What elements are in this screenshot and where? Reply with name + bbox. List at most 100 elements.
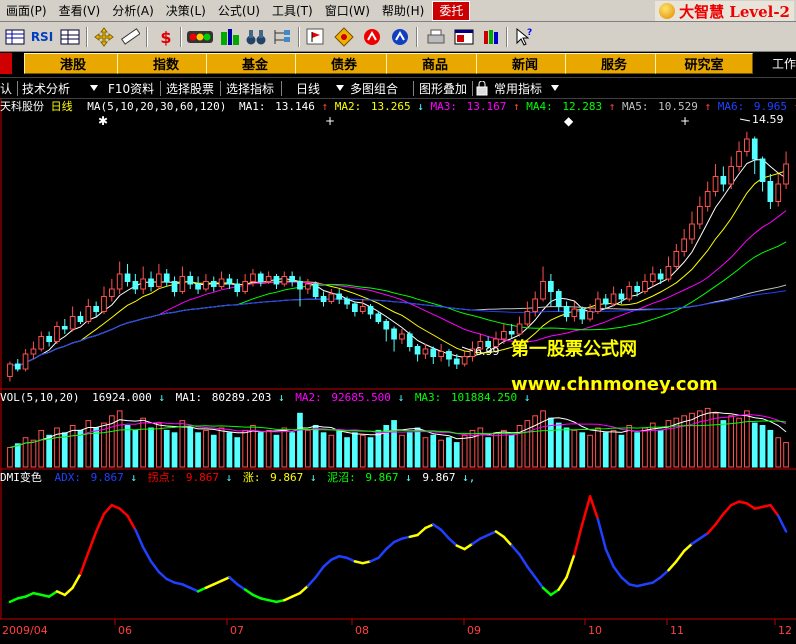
category-red-tab[interactable] bbox=[0, 53, 12, 74]
candle-body bbox=[367, 306, 374, 315]
event-marker-icon[interactable]: + bbox=[680, 114, 690, 128]
high-price-label: 14.59 bbox=[752, 113, 784, 126]
event-marker-icon[interactable]: ◆ bbox=[564, 114, 574, 128]
candle-body bbox=[328, 293, 335, 302]
dmi-name: DMI变色 bbox=[0, 470, 42, 484]
candle-body bbox=[344, 298, 350, 305]
books-icon[interactable] bbox=[480, 26, 504, 48]
table-icon[interactable] bbox=[3, 26, 27, 48]
category-workspace[interactable]: 工作 bbox=[772, 55, 796, 72]
tab-f10[interactable]: F10资料 bbox=[108, 80, 154, 97]
tab-multi-chart[interactable]: 多图组合 bbox=[350, 80, 398, 97]
ruler-icon[interactable] bbox=[118, 26, 142, 48]
binoculars-icon[interactable] bbox=[244, 26, 268, 48]
volume-bar bbox=[618, 434, 625, 468]
lock-icon[interactable] bbox=[476, 80, 488, 99]
menu-tools[interactable]: 工具(T) bbox=[266, 0, 319, 22]
window-icon[interactable] bbox=[452, 26, 476, 48]
candle-body bbox=[430, 348, 437, 357]
dmi-adx-label: ADX: bbox=[55, 471, 82, 484]
candle-body bbox=[77, 316, 84, 322]
volume-bar bbox=[453, 442, 460, 468]
tab-select-indicator[interactable]: 选择指标 bbox=[226, 80, 274, 97]
volume-bar bbox=[359, 434, 366, 468]
candle-body bbox=[61, 326, 68, 330]
trade-order-button[interactable]: 委托 bbox=[432, 0, 471, 21]
category-news[interactable]: 新闻 bbox=[476, 53, 574, 74]
candle-body bbox=[101, 296, 107, 312]
volume-bar bbox=[140, 417, 147, 468]
category-index[interactable]: 指数 bbox=[117, 53, 215, 74]
vol-ma2-value: 92685.500 bbox=[331, 391, 391, 404]
candle-body bbox=[85, 306, 92, 322]
menu-help[interactable]: 帮助(H) bbox=[376, 0, 430, 22]
menu-analysis[interactable]: 分析(A) bbox=[106, 0, 160, 22]
category-bonds[interactable]: 债券 bbox=[295, 53, 393, 74]
volume-bar bbox=[163, 429, 170, 468]
x-axis-label: 07 bbox=[230, 624, 244, 637]
tab-overlay[interactable]: 图形叠加 bbox=[419, 80, 467, 97]
volume-bar bbox=[391, 420, 397, 468]
menu-decision[interactable]: 决策(L) bbox=[160, 0, 212, 22]
candle-body bbox=[171, 281, 178, 292]
event-marker-icon[interactable]: + bbox=[325, 114, 335, 128]
vol-value: 16924.000 bbox=[92, 391, 152, 404]
candle-body bbox=[116, 273, 123, 290]
chevron-down-icon[interactable] bbox=[551, 85, 559, 91]
tab-daily[interactable]: 日线 bbox=[296, 80, 320, 97]
tab-select-stock[interactable]: 选择股票 bbox=[166, 80, 214, 97]
blue-circle-icon[interactable] bbox=[388, 26, 412, 48]
volume-bar bbox=[218, 427, 225, 468]
tree-icon[interactable] bbox=[270, 26, 294, 48]
chevron-down-icon[interactable] bbox=[336, 85, 344, 91]
printer-icon[interactable] bbox=[424, 26, 448, 48]
candle-body bbox=[406, 333, 413, 347]
candle-body bbox=[352, 303, 358, 312]
diamond-icon[interactable] bbox=[332, 26, 356, 48]
volume-bar bbox=[367, 437, 374, 468]
candle-body bbox=[210, 281, 217, 287]
chevron-down-icon[interactable] bbox=[90, 85, 98, 91]
category-funds[interactable]: 基金 bbox=[206, 53, 304, 74]
low-price-label: 6.99 bbox=[475, 345, 500, 358]
ma2-value: 13.265 bbox=[371, 100, 411, 113]
volume-bar bbox=[579, 432, 586, 468]
brand-name: 大智慧 Level-2 bbox=[679, 2, 790, 21]
tab-common-indicators[interactable]: 常用指标 bbox=[494, 80, 542, 97]
candle-body bbox=[179, 276, 186, 292]
candle-body bbox=[673, 251, 680, 267]
red-circle-icon[interactable] bbox=[360, 26, 384, 48]
ma1-arrow: ↑ bbox=[321, 100, 328, 113]
candle-body bbox=[383, 321, 390, 330]
category-commodities[interactable]: 商品 bbox=[386, 53, 484, 74]
vol-ma1-value: 80289.203 bbox=[212, 391, 272, 404]
move-icon[interactable] bbox=[92, 26, 116, 48]
menu-view[interactable]: 查看(V) bbox=[53, 0, 107, 22]
x-axis-label: 08 bbox=[355, 624, 369, 637]
vol-ma2-label: MA2: bbox=[295, 391, 322, 404]
tab-confirm[interactable]: 认 bbox=[0, 80, 12, 97]
pointer-help-icon[interactable]: ? bbox=[512, 26, 536, 48]
menu-screen[interactable]: 画面(P) bbox=[0, 0, 53, 22]
stock-chart[interactable]: 天科股份 日线 MA(5,10,20,30,60,120) MA1: 13.14… bbox=[0, 99, 796, 644]
x-axis-label: 12 bbox=[778, 624, 792, 637]
flag-icon[interactable] bbox=[304, 26, 328, 48]
dollar-icon[interactable]: $ bbox=[154, 26, 178, 48]
traffic-icon[interactable] bbox=[186, 26, 214, 48]
candle-body bbox=[30, 348, 37, 355]
tab-technical-analysis[interactable]: 技术分析 bbox=[22, 80, 70, 97]
lock-chart-icon[interactable] bbox=[218, 26, 242, 48]
event-marker-icon[interactable]: ✱ bbox=[98, 114, 108, 128]
dmi-extra-arrow: ↓, bbox=[462, 471, 475, 484]
category-hk-stocks[interactable]: 港股 bbox=[24, 53, 122, 74]
menu-formula[interactable]: 公式(U) bbox=[212, 0, 266, 22]
category-research[interactable]: 研究室 bbox=[655, 53, 753, 74]
category-services[interactable]: 服务 bbox=[565, 53, 663, 74]
grid-icon[interactable] bbox=[58, 26, 82, 48]
menu-window[interactable]: 窗口(W) bbox=[319, 0, 376, 22]
vol-legend: VOL(5,10,20) 16924.000 ↓ MA1: 80289.203 … bbox=[0, 391, 530, 404]
candle-body bbox=[195, 283, 201, 290]
candle-body bbox=[751, 138, 758, 160]
rsi-icon[interactable]: RSI bbox=[29, 26, 55, 48]
volume-bar bbox=[344, 437, 350, 468]
